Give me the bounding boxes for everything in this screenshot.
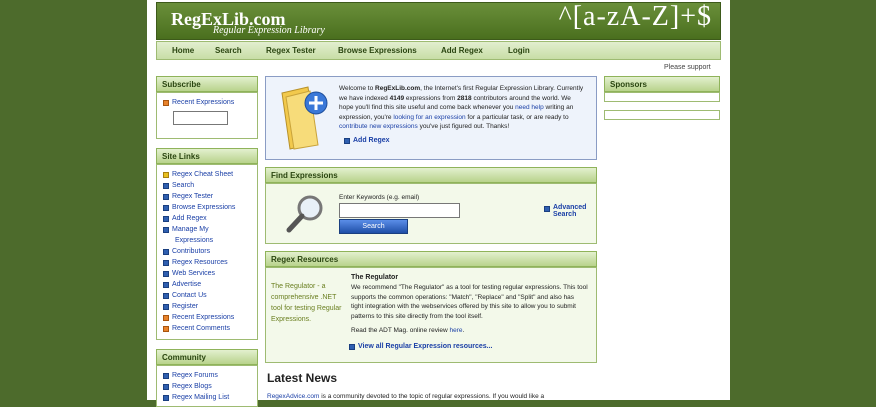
link-recent-expressions[interactable]: Recent Expressions (163, 314, 234, 321)
main-nav: Home Search Regex Tester Browse Expressi… (156, 41, 721, 60)
welcome-box: Welcome to RegExLib.com, the Internet's … (265, 76, 597, 160)
review-here-link[interactable]: here (450, 327, 463, 334)
bullet-icon (163, 270, 169, 277)
nav-search[interactable]: Search (215, 46, 242, 55)
find-box: Enter Keywords (e.g. email) Search Advan… (265, 183, 597, 244)
find-header: Find Expressions (265, 167, 597, 183)
need-help-link[interactable]: need help (515, 104, 544, 111)
link-forums[interactable]: Regex Forums (163, 372, 218, 379)
nav-browse-expressions[interactable]: Browse Expressions (338, 46, 417, 55)
bullet-icon (544, 206, 550, 212)
folder-add-icon (281, 86, 328, 150)
resources-box: The Regulator - a comprehensive .NET tool … (265, 267, 597, 363)
regexadvice-link[interactable]: RegexAdvice.com (267, 393, 319, 400)
link-recent-comments[interactable]: Recent Comments (163, 325, 230, 332)
link-manage-2[interactable]: Expressions (175, 237, 213, 244)
rss-icon (163, 314, 169, 321)
bullet-icon (163, 292, 169, 299)
link-contributors[interactable]: Contributors (163, 248, 210, 255)
support-text: Please support (664, 64, 711, 71)
link-manage[interactable]: Manage My (163, 226, 209, 233)
link-browse[interactable]: Browse Expressions (163, 204, 235, 211)
nav-home[interactable]: Home (172, 46, 194, 55)
sponsors-header: Sponsors (604, 76, 720, 92)
subscribe-input[interactable] (173, 111, 228, 125)
community-box: Regex Forums Regex Blogs Regex Mailing L… (156, 365, 258, 407)
bullet-icon (163, 248, 169, 255)
welcome-text: Welcome to RegExLib.com, the Internet's … (339, 85, 584, 130)
bullet-icon (163, 215, 169, 222)
bullet-icon (349, 343, 355, 350)
link-web-services[interactable]: Web Services (163, 270, 215, 277)
site-links-header: Site Links (156, 148, 258, 164)
community-header: Community (156, 349, 258, 365)
header-regex-art: ^[a-zA-Z]+$ (558, 1, 712, 32)
regulator-heading: The Regulator (351, 274, 399, 281)
bullet-icon (163, 281, 169, 288)
subscribe-recent-link[interactable]: Recent Expressions (163, 99, 234, 106)
link-advertise[interactable]: Advertise (163, 281, 201, 288)
bullet-icon (163, 259, 169, 266)
keywords-input[interactable] (339, 203, 460, 218)
nav-login[interactable]: Login (508, 46, 530, 55)
rss-icon (163, 325, 169, 332)
site-links-box: Regex Cheat Sheet Search Regex Tester Br… (156, 164, 258, 340)
bullet-icon (344, 137, 350, 144)
subscribe-header: Subscribe (156, 76, 258, 92)
link-resources[interactable]: Regex Resources (163, 259, 228, 266)
star-icon (163, 171, 169, 178)
news-text: RegexAdvice.com is a community devoted t… (267, 393, 545, 400)
link-regex-tester[interactable]: Regex Tester (163, 193, 213, 200)
keywords-label: Enter Keywords (e.g. email) (339, 194, 420, 201)
link-search[interactable]: Search (163, 182, 194, 189)
regulator-promo[interactable]: The Regulator - a comprehensive .NET tool … (271, 281, 341, 325)
sponsor-slot-1[interactable] (604, 92, 720, 102)
looking-for-expression-link[interactable]: looking for an expression (393, 114, 465, 121)
sponsor-slot-2[interactable] (604, 110, 720, 120)
rss-icon (163, 99, 169, 106)
search-button[interactable]: Search (339, 219, 408, 234)
link-add-regex[interactable]: Add Regex (163, 215, 207, 222)
adt-review-text: Read the ADT Mag. online review here. (351, 327, 465, 334)
site-header: RegExLib.com Regular Expression Library … (156, 1, 721, 40)
link-contact[interactable]: Contact Us (163, 292, 207, 299)
bullet-icon (163, 204, 169, 211)
welcome-add-regex[interactable]: Add Regex (344, 137, 390, 144)
contribute-link[interactable]: contribute new expressions (339, 123, 418, 130)
site-tagline: Regular Expression Library (213, 25, 325, 36)
bullet-icon (163, 226, 169, 233)
nav-add-regex[interactable]: Add Regex (441, 46, 483, 55)
bullet-icon (163, 383, 169, 390)
view-all-resources-link[interactable]: View all Regular Expression resources... (349, 343, 493, 350)
link-cheat-sheet[interactable]: Regex Cheat Sheet (163, 171, 233, 178)
bullet-icon (163, 303, 169, 310)
bullet-icon (163, 372, 169, 379)
link-blogs[interactable]: Regex Blogs (163, 383, 212, 390)
nav-regex-tester[interactable]: Regex Tester (266, 46, 316, 55)
subscribe-box: Recent Expressions (156, 92, 258, 139)
link-register[interactable]: Register (163, 303, 198, 310)
advanced-search-link[interactable]: Advanced Search (544, 204, 586, 218)
magnifier-icon (286, 195, 323, 233)
bullet-icon (163, 182, 169, 189)
bullet-icon (163, 193, 169, 200)
regulator-description: We recommend "The Regulator" as a tool f… (351, 284, 588, 320)
latest-news-heading: Latest News (267, 371, 338, 385)
resources-header: Regex Resources (265, 251, 597, 267)
